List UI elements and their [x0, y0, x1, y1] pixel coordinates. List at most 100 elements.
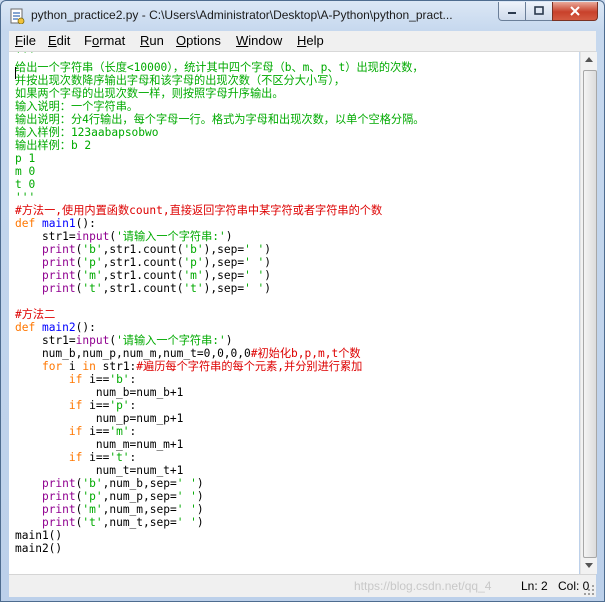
- code-line[interactable]: def main2():: [15, 321, 425, 334]
- code-token: main2: [41, 321, 76, 334]
- code-line[interactable]: print('p',num_p,sep=' '): [15, 490, 425, 503]
- code-line[interactable]: 输出说明：分4行输出，每个字母一行。格式为字母和出现次数，以单个空格分隔。: [15, 113, 425, 126]
- code-token: 'b': [109, 373, 130, 386]
- code-line[interactable]: num_m=num_m+1: [15, 438, 425, 451]
- code-token: ' ': [244, 282, 265, 295]
- vertical-scrollbar[interactable]: [580, 52, 597, 574]
- code-line[interactable]: def main1():: [15, 217, 425, 230]
- code-line[interactable]: 给出一个字符串（长度<10000），统计其中四个字母（b、m、p、t）出现的次数…: [15, 61, 425, 74]
- code-line[interactable]: print('m',str1.count('m'),sep=' '): [15, 269, 425, 282]
- code-line[interactable]: 并按出现次数降序输出字母和该字母的出现次数（不区分大小写），: [15, 74, 425, 87]
- menu-file[interactable]: File: [15, 33, 36, 48]
- scroll-down-button[interactable]: [581, 558, 597, 574]
- code-token: ' ': [244, 243, 265, 256]
- code-token: print: [41, 477, 76, 490]
- code-line[interactable]: main1(): [15, 529, 425, 542]
- menu-format[interactable]: Format: [84, 33, 125, 48]
- menu-options[interactable]: Options: [176, 33, 221, 48]
- code-line[interactable]: print('m',num_m,sep=' '): [15, 503, 425, 516]
- code-line[interactable]: print('b',num_b,sep=' '): [15, 477, 425, 490]
- code-token: main2(): [15, 542, 63, 555]
- code-line[interactable]: ''': [15, 191, 425, 204]
- source-code[interactable]: ''' 给出一个字符串（长度<10000），统计其中四个字母（b、m、p、t）出现…: [15, 52, 425, 555]
- code-line[interactable]: str1=input('请输入一个字符串:'): [15, 334, 425, 347]
- code-token: str1=: [15, 334, 76, 347]
- code-line[interactable]: 如果两个字母的出现次数一样，则按照字母升序输出。: [15, 87, 425, 100]
- menu-window[interactable]: Window: [236, 33, 282, 48]
- code-line[interactable]: 输入样例：123aabapsobwo: [15, 126, 425, 139]
- code-token: ),sep=: [203, 269, 245, 282]
- code-line[interactable]: if i=='t':: [15, 451, 425, 464]
- scrollbar-thumb[interactable]: [583, 70, 597, 558]
- code-line[interactable]: str1=input('请输入一个字符串:'): [15, 230, 425, 243]
- menu-edit[interactable]: Edit: [48, 33, 70, 48]
- scroll-up-button[interactable]: [581, 52, 597, 68]
- code-line[interactable]: if i=='m':: [15, 425, 425, 438]
- code-editor[interactable]: ''' 给出一个字符串（长度<10000），统计其中四个字母（b、m、p、t）出现…: [9, 52, 579, 574]
- code-token: for: [41, 360, 69, 373]
- code-token: ): [196, 516, 204, 529]
- code-token: print: [41, 282, 76, 295]
- code-line[interactable]: m 0: [15, 165, 425, 178]
- code-token: 'p': [82, 490, 103, 503]
- code-token: :: [129, 451, 137, 464]
- code-line[interactable]: for i in str1:#遍历每个字符串的每个元素,并分别进行累加: [15, 360, 425, 373]
- close-button[interactable]: [552, 2, 598, 21]
- code-token: 并按出现次数降序输出字母和该字母的出现次数（不区分大小写），: [15, 74, 346, 87]
- code-line[interactable]: num_b,num_p,num_m,num_t=0,0,0,0#初始化b,p,m…: [15, 347, 425, 360]
- code-line[interactable]: [15, 295, 425, 308]
- code-line[interactable]: p 1: [15, 152, 425, 165]
- code-line[interactable]: if i=='p':: [15, 399, 425, 412]
- code-token: m 0: [15, 165, 36, 178]
- maximize-button[interactable]: [525, 2, 553, 21]
- code-line[interactable]: num_b=num_b+1: [15, 386, 425, 399]
- minimize-icon: [508, 12, 516, 14]
- code-token: 't': [183, 282, 204, 295]
- code-token: ():: [75, 217, 96, 230]
- code-token: ): [196, 477, 204, 490]
- line-number: Ln: 2: [521, 579, 548, 593]
- code-line[interactable]: print('t',str1.count('t'),sep=' '): [15, 282, 425, 295]
- code-token: t 0: [15, 178, 36, 191]
- code-token: #方法一,使用内置函数count,直接返回字符串中某字符或者字符串的个数: [15, 204, 383, 217]
- minimize-button[interactable]: [498, 2, 526, 21]
- code-line[interactable]: if i=='b':: [15, 373, 425, 386]
- code-line[interactable]: print('p',str1.count('p'),sep=' '): [15, 256, 425, 269]
- code-line[interactable]: print('t',num_t,sep=' '): [15, 516, 425, 529]
- code-token: ): [196, 503, 204, 516]
- code-line[interactable]: t 0: [15, 178, 425, 191]
- code-line[interactable]: 输出样例：b 2: [15, 139, 425, 152]
- code-line[interactable]: num_p=num_p+1: [15, 412, 425, 425]
- code-token: ' ': [244, 269, 265, 282]
- title-bar[interactable]: python_practice2.py - C:\Users\Administr…: [1, 1, 604, 31]
- code-line[interactable]: 输入说明：一个字符串。: [15, 100, 425, 113]
- code-token: ,num_t,sep=: [102, 516, 177, 529]
- code-line[interactable]: num_t=num_t+1: [15, 464, 425, 477]
- code-line[interactable]: main2(): [15, 542, 425, 555]
- code-token: ():: [75, 321, 96, 334]
- code-line[interactable]: ''': [15, 52, 425, 61]
- code-token: 'm': [82, 269, 103, 282]
- code-token: 't': [109, 451, 130, 464]
- menu-run[interactable]: Run: [140, 33, 164, 48]
- python-file-icon: [9, 8, 25, 25]
- code-token: :: [129, 399, 137, 412]
- status-bar: https://blog.csdn.net/qq_4 Ln: 2 Col: 0: [9, 574, 596, 597]
- code-token: ' ': [176, 503, 197, 516]
- code-token: ' ': [176, 516, 197, 529]
- code-token: num_t=num_t+1: [15, 464, 184, 477]
- menu-help[interactable]: Help: [297, 33, 324, 48]
- code-token: ),sep=: [203, 256, 245, 269]
- code-token: :: [129, 425, 137, 438]
- menu-bar: File Edit Format Run Options Window Help: [9, 31, 596, 52]
- resize-grip-icon[interactable]: [583, 584, 595, 596]
- code-token: input: [75, 230, 110, 243]
- code-line[interactable]: #方法一,使用内置函数count,直接返回字符串中某字符或者字符串的个数: [15, 204, 425, 217]
- code-line[interactable]: #方法二: [15, 308, 425, 321]
- code-token: 输出说明：分4行输出，每个字母一行。格式为字母和出现次数，以单个空格分隔。: [15, 113, 425, 126]
- code-token: ): [264, 269, 272, 282]
- code-line[interactable]: print('b',str1.count('b'),sep=' '): [15, 243, 425, 256]
